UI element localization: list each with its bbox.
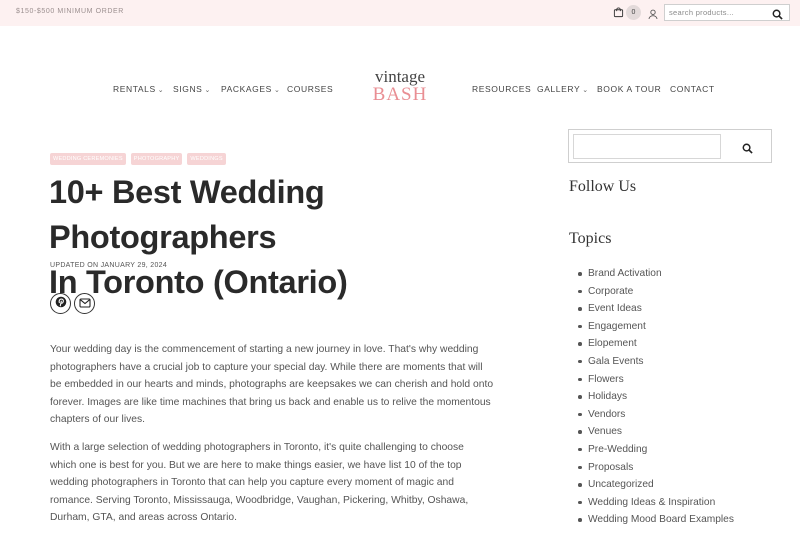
- article-title-line1: 10+ Best Wedding Photographers: [49, 174, 325, 255]
- topic-link[interactable]: Corporate: [578, 283, 734, 301]
- minimum-order-notice: $150-$500 MINIMUM ORDER: [16, 8, 124, 15]
- updated-date: UPDATED ON JANUARY 29, 2024: [50, 262, 168, 269]
- paragraph-line: romance. Serving Toronto, Mississauga, W…: [50, 494, 469, 506]
- user-icon[interactable]: [648, 7, 658, 25]
- nav-label: GALLERY: [537, 84, 581, 94]
- shopping-cart-icon: [613, 7, 624, 18]
- topic-link[interactable]: Flowers: [578, 371, 734, 389]
- topic-link[interactable]: Wedding Ideas & Inspiration: [578, 494, 734, 512]
- cart-button[interactable]: 0: [613, 5, 641, 20]
- paragraph-line: which one is best for you. But we are he…: [50, 459, 462, 471]
- chevron-down-icon: ⌄: [582, 87, 589, 94]
- nav-courses[interactable]: COURSES: [287, 84, 333, 94]
- tag-weddings[interactable]: WEDDINGS: [187, 153, 226, 165]
- nav-label: BOOK A TOUR: [597, 84, 662, 94]
- nav-signs[interactable]: SIGNS ⌄: [173, 84, 211, 94]
- topic-link[interactable]: Gala Events: [578, 353, 734, 371]
- paragraph-line: Your wedding day is the commencement of …: [50, 344, 479, 355]
- pinterest-icon: [55, 295, 67, 313]
- topic-link[interactable]: Wedding Mood Board Examples: [578, 511, 734, 529]
- paragraph-line: forever. Images are like time machines t…: [50, 396, 491, 408]
- paragraph-line: chapters of our lives.: [50, 414, 146, 426]
- article-tags: WEDDING CEREMONIES PHOTOGRAPHY WEDDINGS: [50, 153, 226, 165]
- nav-label: PACKAGES: [221, 84, 272, 94]
- paragraph-line: Durham, GTA, and areas across Ontario.: [50, 512, 237, 524]
- product-search: [664, 4, 790, 21]
- logo-bash[interactable]: BASH: [369, 85, 431, 104]
- paragraph-line: photographers have a crucial job to capt…: [50, 361, 483, 373]
- paragraph-line: be embedded in our hearts and minds, pho…: [50, 379, 494, 391]
- topic-link[interactable]: Proposals: [578, 459, 734, 477]
- topic-link[interactable]: Vendors: [578, 406, 734, 424]
- topic-link[interactable]: Elopement: [578, 335, 734, 353]
- nav-resources[interactable]: RESOURCES: [472, 84, 531, 94]
- share-email-button[interactable]: [74, 293, 95, 314]
- topics-heading: Topics: [569, 230, 612, 247]
- search-icon[interactable]: [742, 141, 753, 159]
- chevron-down-icon: ⌄: [273, 87, 281, 94]
- topic-link[interactable]: Event Ideas: [578, 300, 734, 318]
- chevron-down-icon: ⌄: [204, 87, 211, 94]
- nav-label: COURSES: [287, 84, 334, 94]
- search-icon[interactable]: [772, 7, 783, 25]
- topics-list: Brand Activation Corporate Event Ideas E…: [578, 265, 734, 529]
- topic-link[interactable]: Pre-Wedding: [578, 441, 734, 459]
- second-paragraph: With a large selection of wedding photog…: [50, 439, 515, 527]
- topic-link[interactable]: Engagement: [578, 318, 734, 336]
- sidebar-search-input[interactable]: [573, 134, 721, 159]
- article-title-line2: In Toronto (Ontario): [49, 264, 348, 300]
- paragraph-line: wedding photographers in Toronto that ca…: [50, 477, 454, 489]
- intro-paragraph: Your wedding day is the commencement of …: [50, 341, 515, 429]
- top-bar: $150-$500 MINIMUM ORDER 0: [0, 0, 800, 26]
- topic-link[interactable]: Uncategorized: [578, 476, 734, 494]
- nav-label: RENTALS: [113, 84, 156, 94]
- topic-link[interactable]: Brand Activation: [578, 265, 734, 283]
- sidebar-search: [568, 129, 772, 163]
- article-title: 10+ Best Wedding Photographers In Toront…: [49, 170, 529, 305]
- nav-packages[interactable]: PACKAGES ⌄: [221, 84, 280, 94]
- nav-label: SIGNS: [173, 84, 203, 94]
- topic-link[interactable]: Venues: [578, 423, 734, 441]
- cart-count-badge: 0: [626, 5, 641, 20]
- tag-wedding-ceremonies[interactable]: WEDDING CEREMONIES: [50, 153, 126, 165]
- follow-us-heading: Follow Us: [569, 178, 637, 195]
- chevron-down-icon: ⌄: [157, 87, 165, 94]
- email-icon: [78, 295, 91, 313]
- logo-vintage[interactable]: vintage: [369, 68, 431, 85]
- nav-gallery[interactable]: GALLERY ⌄: [537, 84, 589, 94]
- nav-label: CONTACT: [670, 84, 715, 94]
- nav-rentals[interactable]: RENTALS ⌄: [113, 84, 164, 94]
- paragraph-line: With a large selection of wedding photog…: [50, 442, 464, 453]
- nav-book-a-tour[interactable]: BOOK A TOUR: [597, 84, 661, 94]
- nav-contact[interactable]: CONTACT: [670, 84, 715, 94]
- topic-link[interactable]: Holidays: [578, 388, 734, 406]
- share-pinterest-button[interactable]: [50, 293, 71, 314]
- tag-photography[interactable]: PHOTOGRAPHY: [130, 153, 183, 165]
- nav-label: RESOURCES: [472, 84, 532, 94]
- product-search-input[interactable]: [665, 5, 765, 20]
